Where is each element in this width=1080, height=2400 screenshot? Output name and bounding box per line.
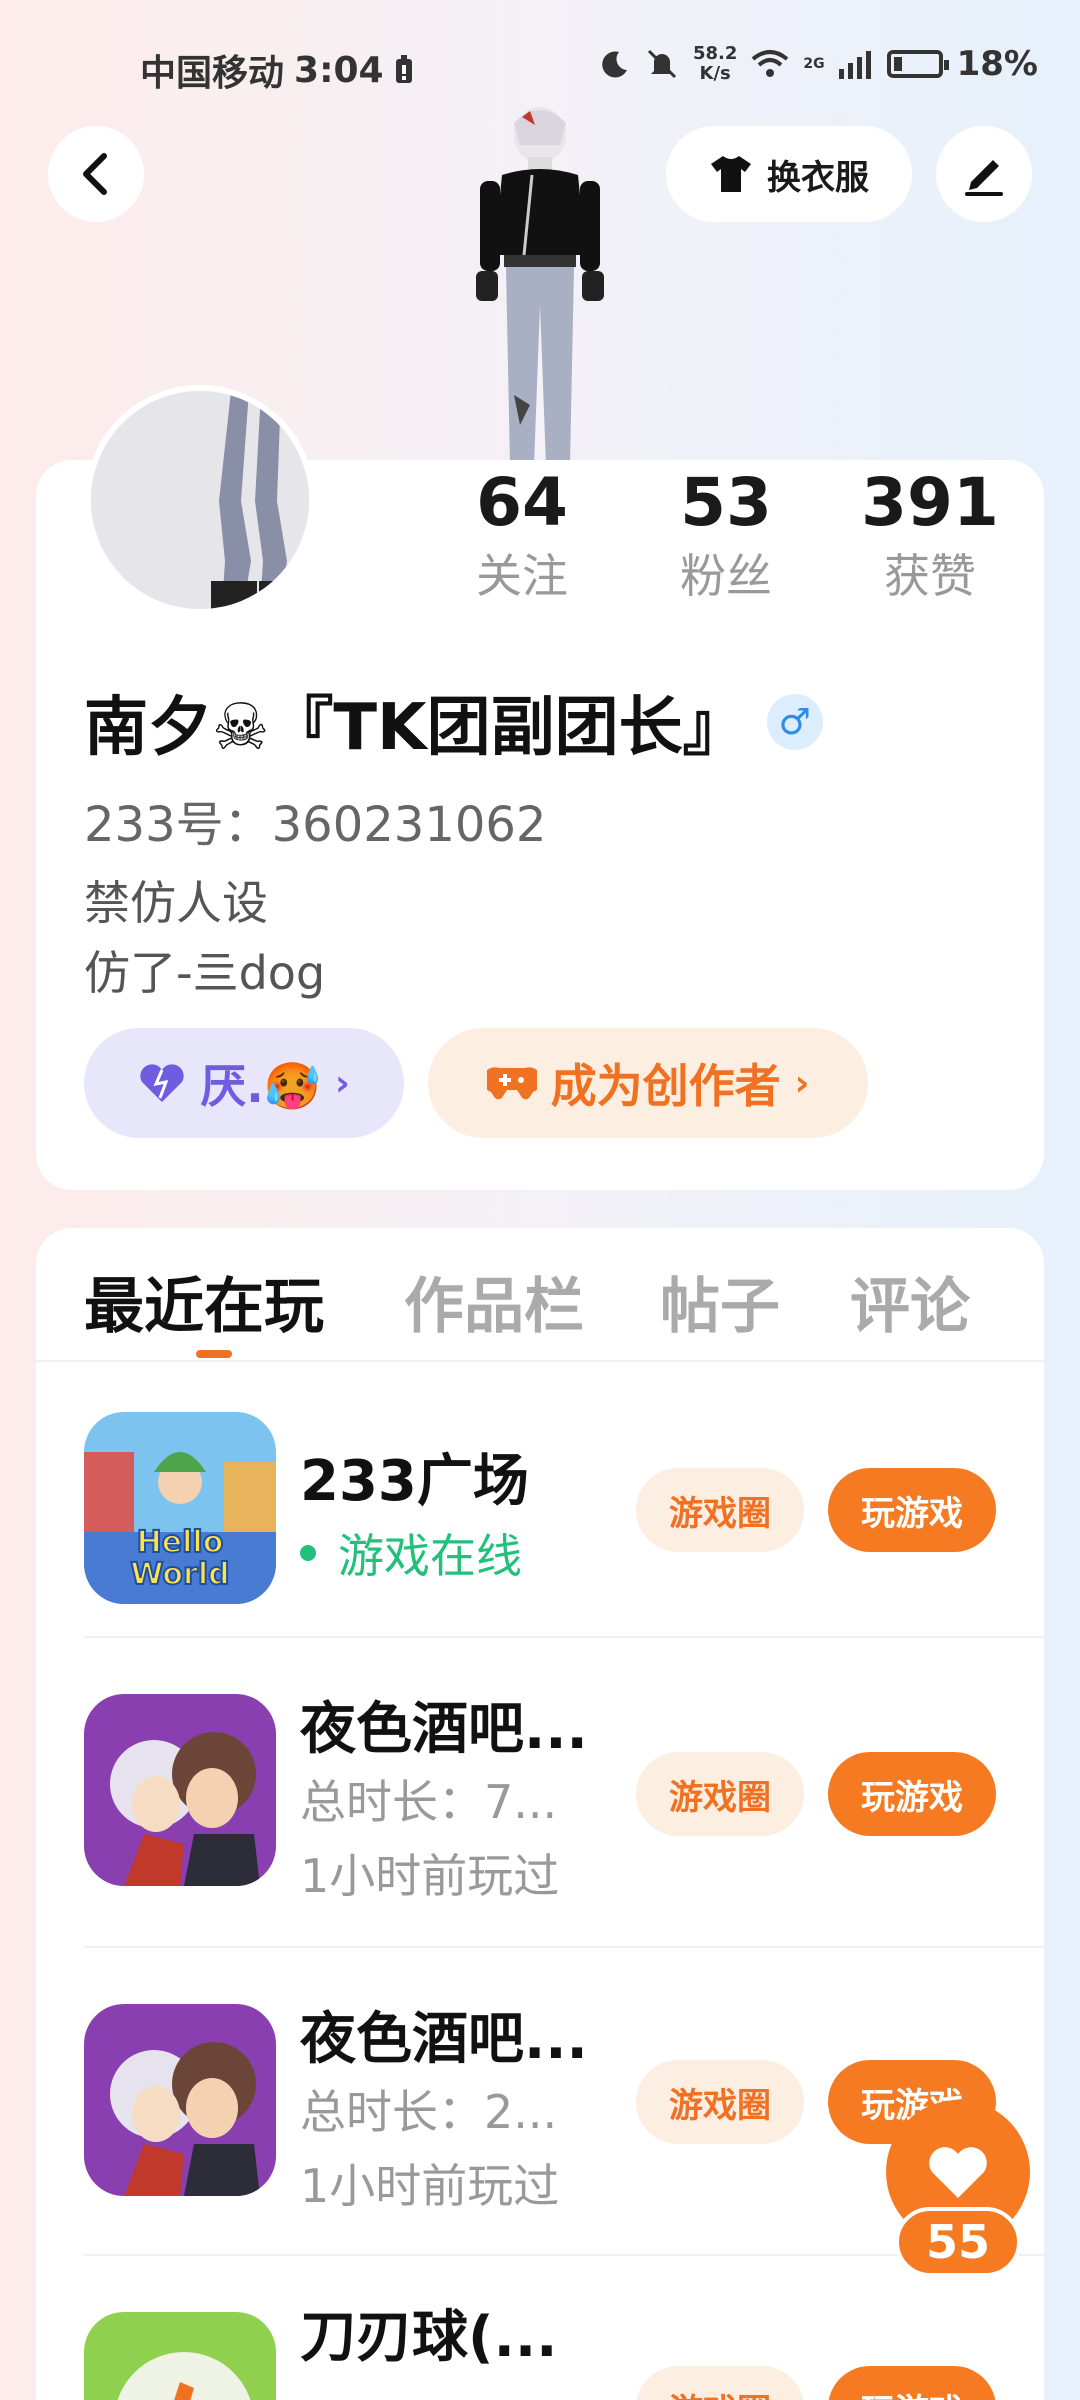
- change-outfit-label: 换衣服: [767, 157, 869, 198]
- status-right: 58.2 K/s 2G 18%: [599, 44, 1038, 84]
- moon-icon: [602, 51, 627, 78]
- gamepad-icon: [486, 1067, 537, 1100]
- stat-fans-value: 53: [680, 464, 772, 541]
- game-circle-button[interactable]: 游戏圈: [636, 1468, 804, 1552]
- heart-icon: [929, 2147, 987, 2198]
- game-title: 刀刃球(...: [300, 2305, 558, 2370]
- wifi-icon: [752, 50, 789, 77]
- chevron-left-icon: [83, 153, 107, 195]
- change-outfit-button[interactable]: 换衣服: [666, 126, 912, 222]
- stat-likes-value: 391: [861, 464, 999, 541]
- fan-group-chip[interactable]: 厌.🥵 ›: [84, 1028, 404, 1138]
- gender-male-icon: ♂: [766, 694, 823, 750]
- stat-likes[interactable]: 391 获赞: [830, 460, 1030, 606]
- edit-profile-button[interactable]: [936, 126, 1032, 222]
- bio-line-2: 仿了-亖dog: [84, 946, 326, 1000]
- game-title: 夜色酒吧...: [300, 2007, 588, 2072]
- chevron-right-icon: ›: [794, 1062, 810, 1104]
- game-online-label: 游戏在线: [338, 1529, 522, 1583]
- net-speed: 58.2 K/s: [693, 44, 737, 84]
- battery-icon: [886, 50, 949, 78]
- heart-icon: [140, 1064, 184, 1102]
- game-row[interactable]: 夜色酒吧... 总时长：7... 1小时前玩过 游戏圈 玩游戏: [0, 1638, 1080, 1938]
- game-icon-233-plaza: Hello World: [84, 1412, 276, 1604]
- game-circle-button[interactable]: 游戏圈: [636, 2060, 804, 2144]
- clock: 3:04: [294, 49, 384, 91]
- game-icon-blade-ball: [84, 2312, 276, 2400]
- tab-comments[interactable]: 评论: [850, 1258, 970, 1345]
- like-count: 55: [895, 2207, 1021, 2277]
- chevron-right-icon: ›: [334, 1062, 350, 1104]
- game-icon-night-bar: [84, 2004, 276, 2196]
- svg-text:Hello: Hello: [137, 1525, 224, 1560]
- nickname: 南夕☠『TK团副团长』: [84, 691, 747, 765]
- tab-works[interactable]: 作品栏: [404, 1258, 584, 1345]
- game-title: 233广场: [300, 1449, 529, 1514]
- battery-percent: 18%: [956, 44, 1038, 84]
- bio-line-1: 禁仿人设: [84, 876, 268, 930]
- bio: 禁仿人设 仿了-亖dog: [84, 868, 325, 1008]
- game-circle-button[interactable]: 游戏圈: [636, 1752, 804, 1836]
- game-row[interactable]: 刀刃球(... 游戏圈 玩游戏: [0, 2256, 1080, 2400]
- tshirt-icon: [711, 156, 751, 192]
- tab-posts[interactable]: 帖子: [660, 1258, 780, 1345]
- game-last-played: 1小时前玩过: [300, 1849, 560, 1903]
- tab-indicator: [196, 1350, 232, 1358]
- net-speed-value: 58.2: [692, 43, 738, 64]
- become-creator-chip[interactable]: 成为创作者 ›: [428, 1028, 868, 1138]
- pencil-icon: [965, 160, 1003, 196]
- user-id: 233号：360231062: [84, 797, 547, 853]
- fan-group-label: 厌.🥵: [200, 1059, 321, 1113]
- stat-following[interactable]: 64 关注: [422, 460, 622, 606]
- status-left: 中国移动 3:04: [140, 44, 414, 96]
- tab-bar: 最近在玩 作品栏 帖子 评论: [0, 1258, 1080, 1358]
- battery-saver-icon: [395, 55, 412, 83]
- game-last-played: 1小时前玩过: [300, 2159, 560, 2213]
- play-game-button[interactable]: 玩游戏: [828, 1752, 996, 1836]
- battery-fill: [893, 57, 902, 71]
- game-icon-night-bar: [84, 1694, 276, 1886]
- game-row[interactable]: Hello World 233广场 游戏在线 游戏圈 玩游戏: [0, 1360, 1080, 1660]
- back-button[interactable]: [48, 126, 144, 222]
- play-game-button[interactable]: 玩游戏: [828, 2366, 996, 2400]
- avatar[interactable]: [85, 385, 315, 615]
- nickname-row: 南夕☠『TK团副团长』 ♂: [84, 676, 823, 768]
- stat-following-label: 关注: [476, 549, 568, 603]
- stat-fans[interactable]: 53 粉丝: [626, 460, 826, 606]
- signal-label: 2G: [803, 56, 825, 72]
- game-online-status: 游戏在线: [300, 1520, 522, 1586]
- net-speed-unit: K/s: [699, 63, 731, 84]
- stat-likes-label: 获赞: [884, 549, 976, 603]
- svg-text:World: World: [130, 1557, 229, 1592]
- game-duration: 总时长：2...: [300, 2085, 558, 2139]
- play-game-button[interactable]: 玩游戏: [828, 1468, 996, 1552]
- online-dot-icon: [300, 1545, 316, 1561]
- carrier-label: 中国移动: [140, 53, 285, 94]
- game-duration: 总时长：7...: [300, 1775, 558, 1829]
- stat-fans-label: 粉丝: [680, 549, 772, 603]
- stat-following-value: 64: [476, 464, 568, 541]
- become-creator-label: 成为创作者: [550, 1059, 781, 1113]
- signal-icon: [838, 51, 871, 79]
- game-title: 夜色酒吧...: [300, 1697, 588, 1762]
- avatar-character-image: [476, 107, 604, 465]
- tab-recent-played[interactable]: 最近在玩: [84, 1258, 324, 1345]
- mute-bell-icon: [647, 49, 677, 79]
- game-circle-button[interactable]: 游戏圈: [636, 2366, 804, 2400]
